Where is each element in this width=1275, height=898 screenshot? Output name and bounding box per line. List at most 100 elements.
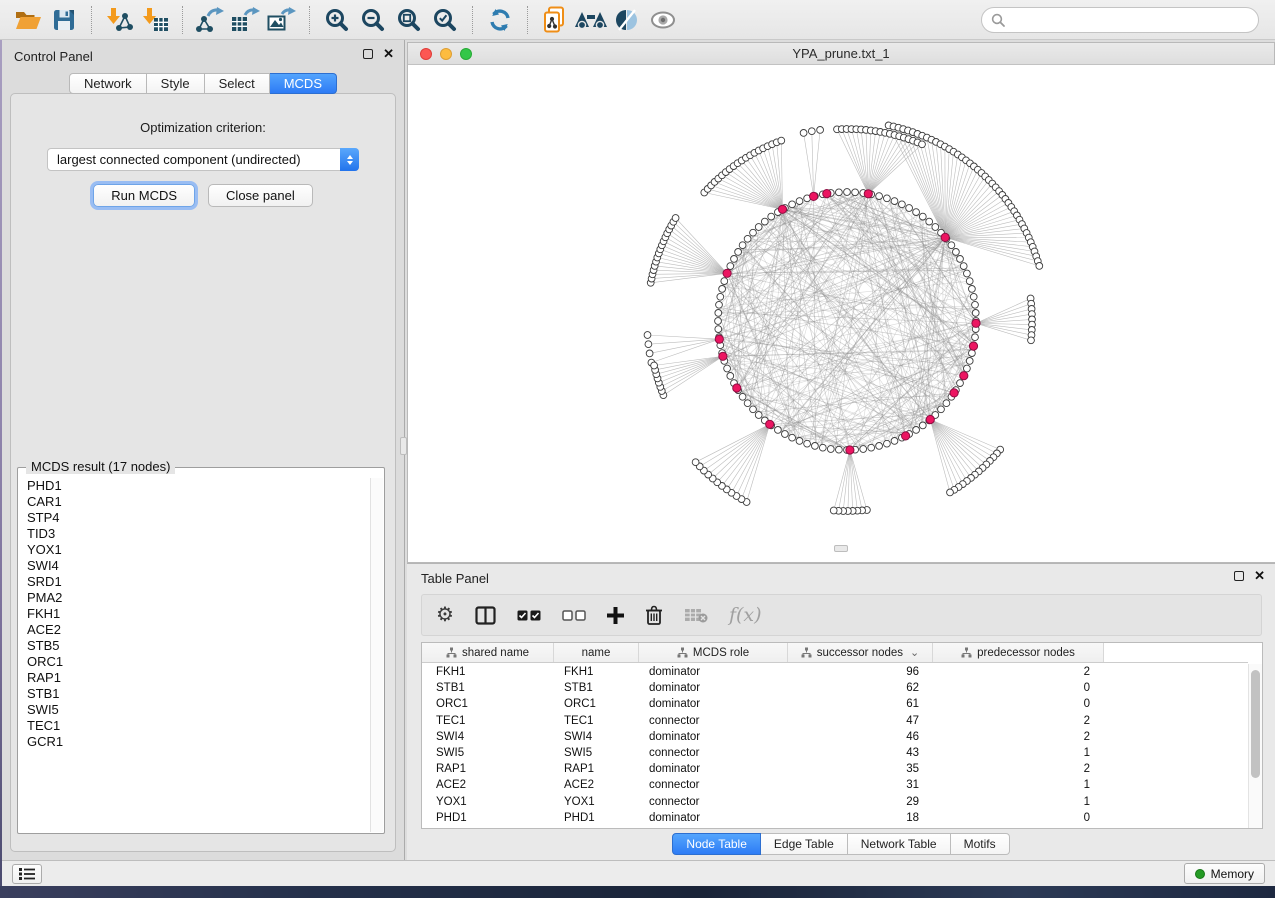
network-node[interactable] [932, 224, 939, 231]
network-node[interactable] [913, 427, 920, 434]
refresh-button[interactable] [482, 3, 518, 37]
mcds-hub-node[interactable] [723, 269, 731, 277]
network-node[interactable] [830, 507, 837, 514]
network-node[interactable] [957, 256, 964, 263]
float-panel-icon[interactable] [1234, 571, 1244, 581]
table-row[interactable]: FKH1FKH1dominator962 [422, 664, 1248, 680]
network-node[interactable] [755, 224, 762, 231]
tab-style[interactable]: Style [147, 73, 205, 94]
mcds-hub-node[interactable] [733, 384, 741, 392]
mcds-result-item[interactable]: YOX1 [19, 542, 369, 558]
network-node[interactable] [735, 249, 742, 256]
network-node[interactable] [953, 249, 960, 256]
network-node[interactable] [817, 127, 824, 134]
table-row[interactable]: YOX1YOX1connector291 [422, 794, 1248, 810]
network-node[interactable] [919, 141, 926, 148]
import-table-button[interactable] [137, 3, 173, 37]
window-maximize-icon[interactable] [460, 48, 472, 60]
float-panel-icon[interactable] [363, 49, 373, 59]
network-node[interactable] [644, 332, 651, 339]
show-graphics-details-button[interactable] [609, 3, 645, 37]
network-node[interactable] [884, 440, 891, 447]
network-node[interactable] [860, 446, 867, 453]
network-node[interactable] [727, 263, 734, 270]
mcds-hub-node[interactable] [810, 192, 818, 200]
mcds-result-item[interactable]: ACE2 [19, 622, 369, 638]
tab-node-table[interactable]: Node Table [672, 833, 761, 855]
mcds-hub-node[interactable] [766, 420, 774, 428]
mcds-result-item[interactable]: STB1 [19, 686, 369, 702]
tab-network-table[interactable]: Network Table [848, 833, 951, 855]
hide-selected-button[interactable] [645, 3, 681, 37]
network-node[interactable] [719, 286, 726, 293]
network-node[interactable] [970, 293, 977, 300]
table-row[interactable]: PHD1PHD1dominator180 [422, 810, 1248, 826]
network-node[interactable] [782, 431, 789, 438]
close-panel-button[interactable]: Close panel [208, 184, 313, 207]
mcds-hub-node[interactable] [715, 335, 723, 343]
tab-edge-table[interactable]: Edge Table [761, 833, 848, 855]
network-node[interactable] [804, 440, 811, 447]
table-row[interactable]: ACE2ACE2connector311 [422, 777, 1248, 793]
network-node[interactable] [796, 198, 803, 205]
network-node[interactable] [800, 130, 807, 137]
criterion-select[interactable]: largest connected component (undirected) [47, 148, 359, 171]
mcds-result-item[interactable]: SWI4 [19, 558, 369, 574]
mcds-hub-node[interactable] [778, 205, 786, 213]
tab-select[interactable]: Select [205, 73, 270, 94]
zoom-selected-button[interactable] [427, 3, 463, 37]
network-node[interactable] [646, 350, 653, 357]
network-node[interactable] [836, 446, 843, 453]
network-node[interactable] [768, 213, 775, 220]
network-node[interactable] [744, 400, 751, 407]
network-node[interactable] [819, 444, 826, 451]
function-builder-button[interactable]: f(x) [729, 600, 762, 630]
network-node[interactable] [899, 201, 906, 208]
mcds-result-item[interactable]: TID3 [19, 526, 369, 542]
network-node[interactable] [750, 406, 757, 413]
network-node[interactable] [957, 380, 964, 387]
network-node[interactable] [721, 278, 728, 285]
network-node[interactable] [716, 301, 723, 308]
network-node[interactable] [750, 229, 757, 236]
mcds-result-item[interactable]: STB5 [19, 638, 369, 654]
network-node[interactable] [868, 444, 875, 451]
new-network-from-selection-button[interactable] [537, 3, 573, 37]
zoom-out-button[interactable] [355, 3, 391, 37]
network-node[interactable] [852, 189, 859, 196]
column-header-shared-name[interactable]: shared name [422, 643, 554, 662]
network-node[interactable] [969, 350, 976, 357]
network-node[interactable] [876, 443, 883, 450]
network-node[interactable] [727, 373, 734, 380]
network-node[interactable] [972, 334, 979, 341]
network-node[interactable] [972, 301, 979, 308]
table-row[interactable]: TEC1TEC1connector472 [422, 713, 1248, 729]
network-node[interactable] [943, 400, 950, 407]
window-close-icon[interactable] [420, 48, 432, 60]
mcds-hub-node[interactable] [941, 233, 949, 241]
column-header-successor-nodes[interactable]: successor nodes⌄ [788, 643, 933, 662]
network-node[interactable] [775, 427, 782, 434]
network-node[interactable] [1028, 337, 1035, 344]
network-node[interactable] [964, 365, 971, 372]
table-row[interactable]: ORC1ORC1dominator610 [422, 696, 1248, 712]
network-node[interactable] [972, 310, 979, 317]
network-node[interactable] [906, 205, 913, 212]
network-node[interactable] [919, 422, 926, 429]
find-button[interactable] [573, 3, 609, 37]
open-session-button[interactable] [10, 3, 46, 37]
mcds-result-item[interactable]: PMA2 [19, 590, 369, 606]
network-node[interactable] [717, 293, 724, 300]
column-header-MCDS-role[interactable]: MCDS role [639, 643, 788, 662]
fit-content-button[interactable] [391, 3, 427, 37]
mcds-result-item[interactable]: RAP1 [19, 670, 369, 686]
network-node[interactable] [827, 446, 834, 453]
network-node[interactable] [731, 256, 738, 263]
table-row[interactable]: RAP1RAP1dominator352 [422, 761, 1248, 777]
network-node[interactable] [913, 209, 920, 216]
create-column-button[interactable] [607, 600, 624, 630]
export-network-button[interactable] [192, 3, 228, 37]
network-node[interactable] [876, 193, 883, 200]
network-node[interactable] [966, 278, 973, 285]
tab-network[interactable]: Network [69, 73, 147, 94]
